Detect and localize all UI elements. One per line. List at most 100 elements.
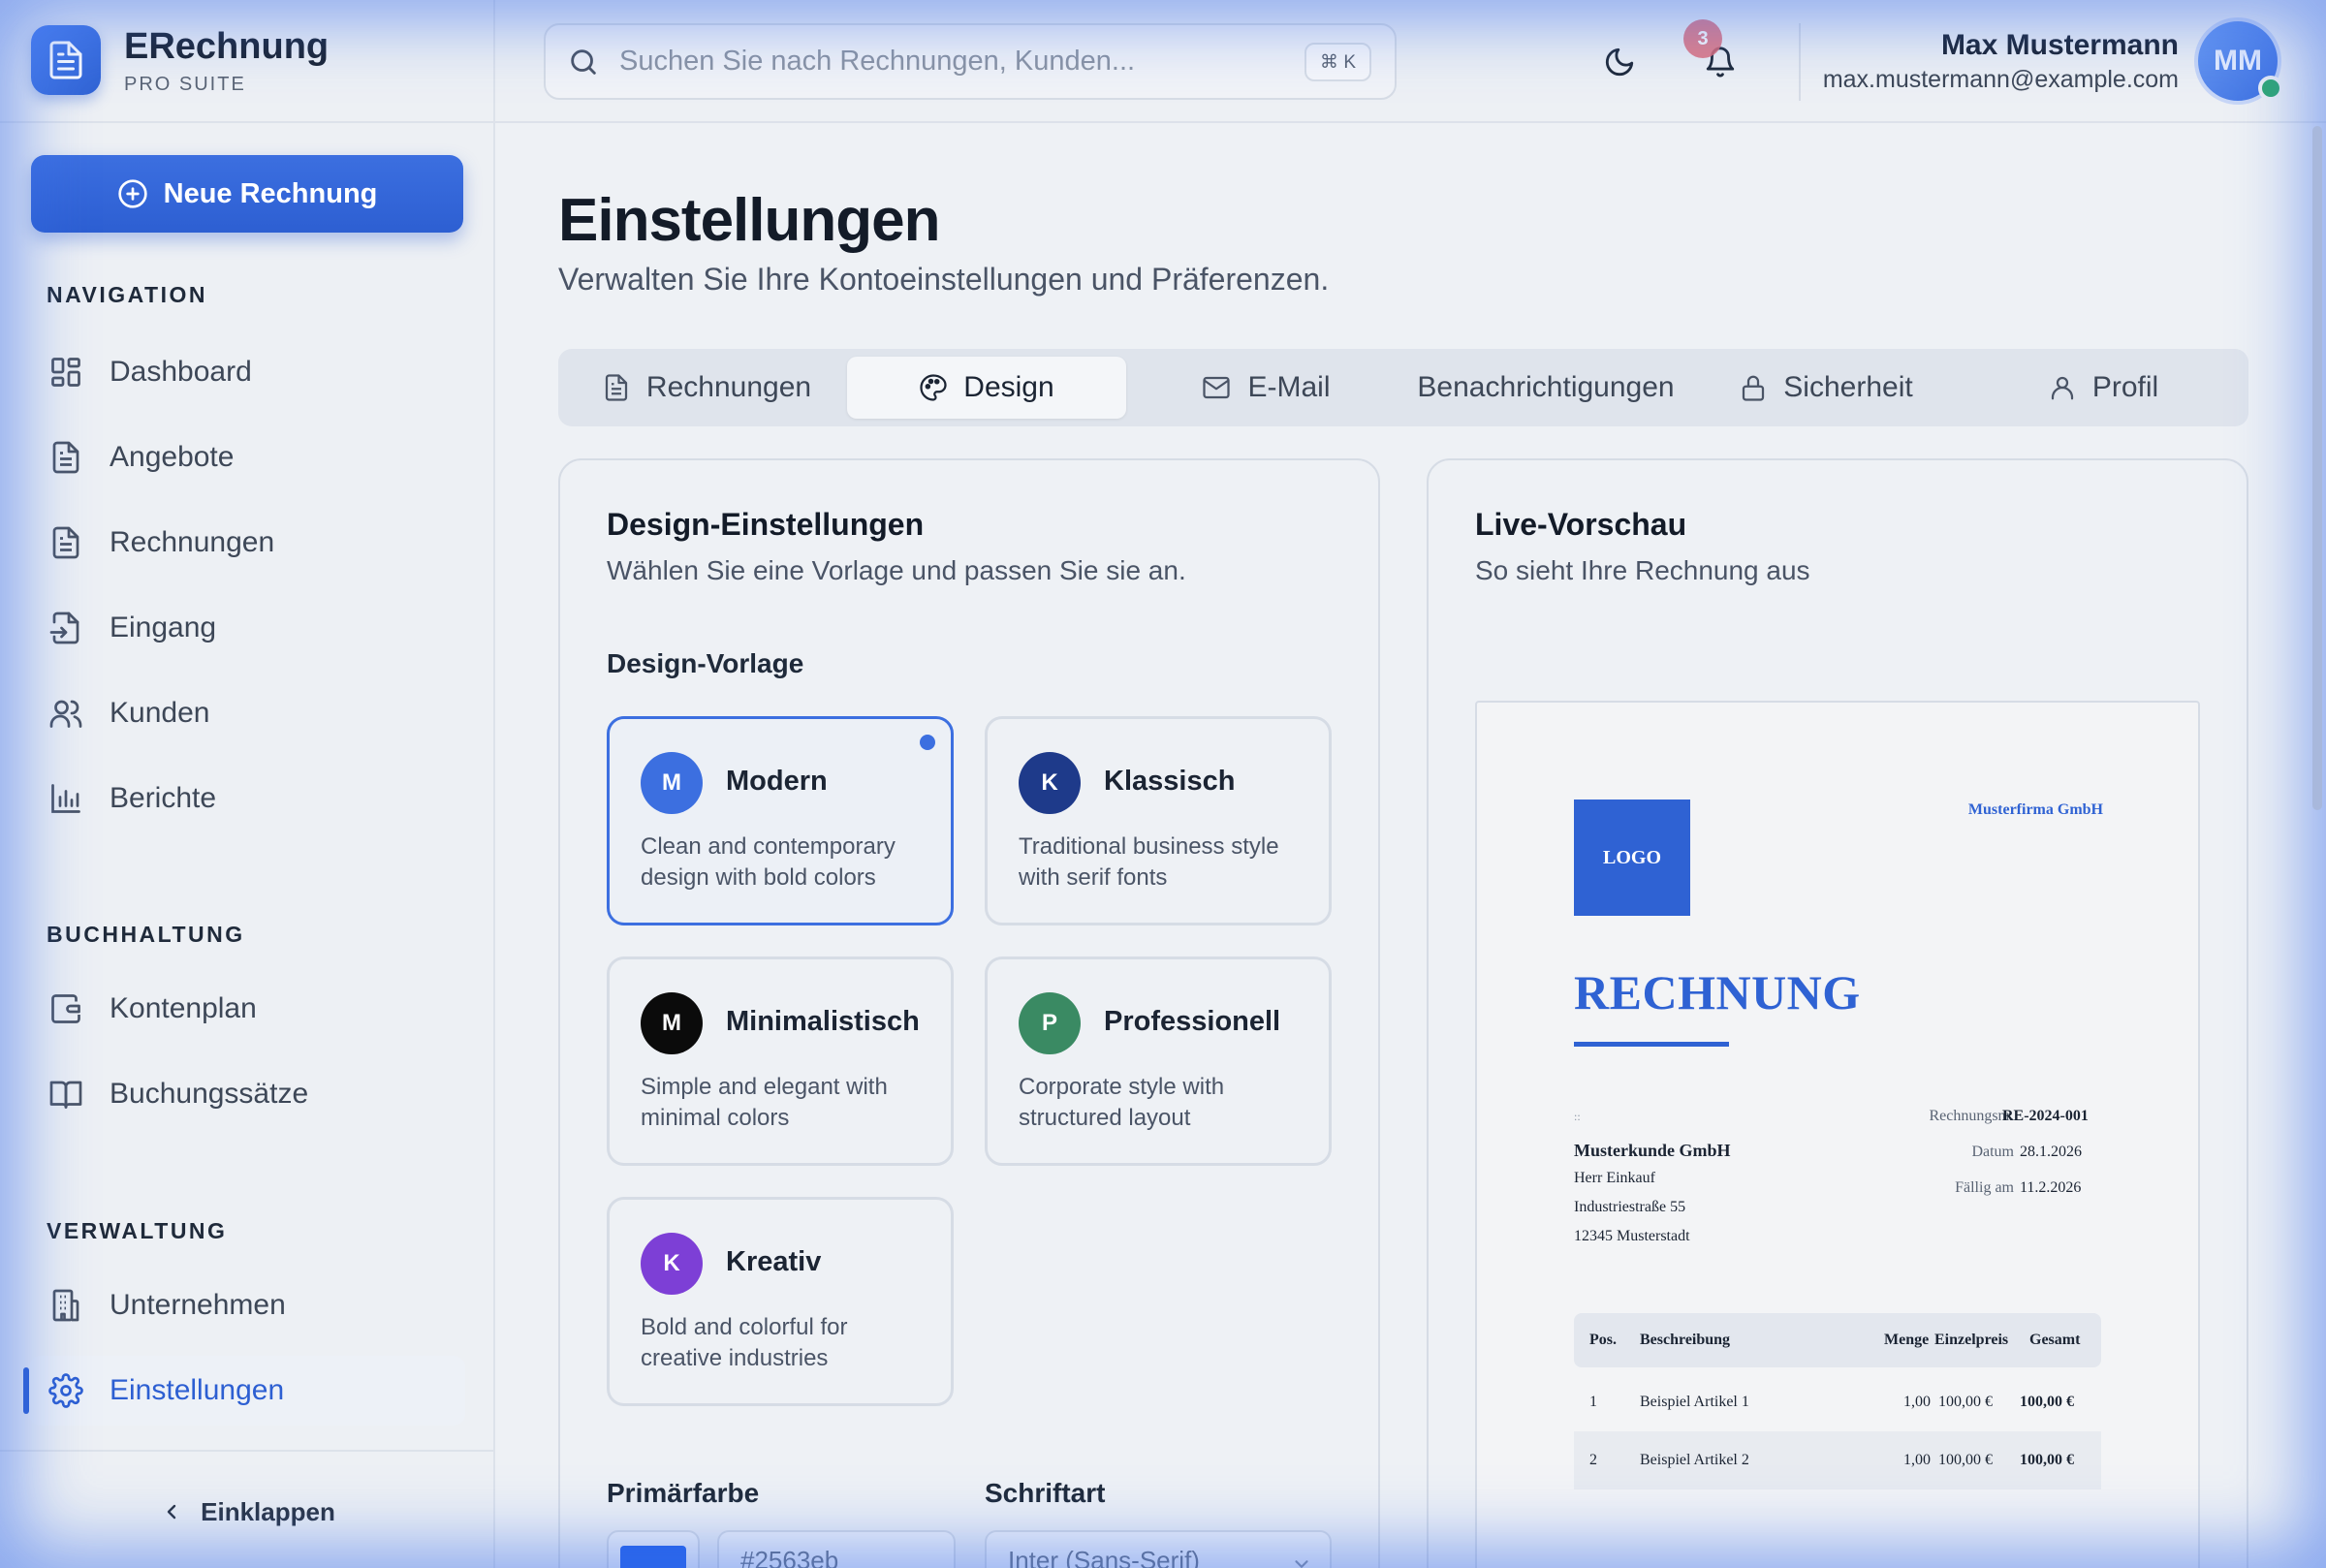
- chevron-left-icon: [167, 1504, 176, 1520]
- sidebar-item-einstellungen[interactable]: Einstellungen: [29, 1356, 465, 1426]
- tab-profil[interactable]: Profil: [1965, 357, 2241, 419]
- template-badge: K: [641, 1233, 703, 1295]
- sidebar-item-label: Angebote: [110, 441, 235, 473]
- nav-section-buchhaltung: BUCHHALTUNG: [47, 922, 245, 947]
- sidebar-item-label: Dashboard: [110, 356, 252, 388]
- table-header-cell: Einzelpreis: [1934, 1332, 2009, 1348]
- users-icon: [47, 694, 85, 733]
- invoice-number-value: RE-2024-001: [2002, 1108, 2089, 1124]
- divider: [0, 121, 495, 123]
- new-invoice-button[interactable]: Neue Rechnung: [31, 155, 463, 233]
- brand[interactable]: ERechnung PRO SUITE: [31, 25, 329, 95]
- tab-sicherheit[interactable]: Sicherheit: [1686, 357, 1965, 419]
- user-email: max.mustermann@example.com: [1822, 66, 2179, 93]
- template-description: Simple and elegant with minimal colors: [641, 1074, 888, 1131]
- sidebar-item-kontenplan[interactable]: Kontenplan: [29, 974, 465, 1044]
- sidebar-item-berichte[interactable]: Berichte: [29, 764, 465, 833]
- page-scrollbar-thumb[interactable]: [2312, 126, 2322, 810]
- divider: [0, 1450, 495, 1452]
- sender-line: ::: [1574, 1110, 1581, 1123]
- selected-indicator: [920, 735, 935, 750]
- live-preview-card: Live-Vorschau So sieht Ihre Rechnung aus…: [1427, 458, 2248, 1568]
- sidebar-item-label: Einstellungen: [110, 1374, 285, 1406]
- notification-badge: 3: [1683, 19, 1722, 58]
- nav-section-navigation: NAVIGATION: [47, 282, 207, 307]
- table-header-cell: Beschreibung: [1640, 1332, 1731, 1348]
- recipient-name: Musterkunde GmbH: [1574, 1141, 1731, 1160]
- sidebar-item-label: Unternehmen: [110, 1289, 286, 1321]
- table-cell: 1,00: [1903, 1394, 1931, 1410]
- table-cell: 1: [1589, 1394, 1597, 1410]
- table-cell: Beispiel Artikel 2: [1640, 1452, 1749, 1468]
- sidebar-item-buchungssaetze[interactable]: Buchungssätze: [29, 1059, 465, 1129]
- template-card-modern[interactable]: M Modern Clean and contemporary design w…: [607, 716, 954, 925]
- design-settings-card: Design-Einstellungen Wählen Sie eine Vor…: [558, 458, 1380, 1568]
- invoice-title: RECHNUNG: [1574, 965, 1861, 1019]
- sidebar-item-rechnungen[interactable]: Rechnungen: [29, 508, 465, 578]
- tab-rechnungen[interactable]: Rechnungen: [566, 357, 847, 419]
- sidebar-item-angebote[interactable]: Angebote: [29, 423, 465, 492]
- sidebar-item-kunden[interactable]: Kunden: [29, 678, 465, 748]
- design-settings-subtitle: Wählen Sie eine Vorlage und passen Sie s…: [607, 555, 1186, 585]
- template-name: Minimalistisch: [726, 1006, 920, 1037]
- table-cell: 100,00 €: [2020, 1394, 2074, 1410]
- book-open-icon: [47, 1075, 85, 1113]
- table-header-cell: Pos.: [1589, 1332, 1617, 1348]
- user-name: Max Mustermann: [1940, 29, 2179, 61]
- file-import-icon: [47, 609, 85, 647]
- template-section-label: Design-Vorlage: [607, 648, 804, 678]
- tab-benachrichtigungen[interactable]: Benachrichtigungen: [1405, 357, 1686, 419]
- search-bar[interactable]: ⌘ K: [544, 23, 1397, 100]
- table-cell: Beispiel Artikel 1: [1640, 1394, 1749, 1410]
- nav-section-verwaltung: VERWALTUNG: [47, 1218, 228, 1243]
- invoice-number-label: Rechnungsnr.: [1929, 1108, 2014, 1124]
- sidebar-item-eingang[interactable]: Eingang: [29, 593, 465, 663]
- chevron-down-icon: [1295, 1560, 1308, 1568]
- page-title: Einstellungen: [558, 187, 940, 254]
- sidebar-item-unternehmen[interactable]: Unternehmen: [29, 1270, 465, 1340]
- template-card-klassisch[interactable]: K Klassisch Traditional business style w…: [985, 716, 1332, 925]
- brand-title: ERechnung: [124, 25, 330, 67]
- primary-color-label: Primärfarbe: [607, 1478, 760, 1508]
- font-select[interactable]: Inter (Sans-Serif): [985, 1530, 1332, 1568]
- keyboard-shortcut-hint: ⌘ K: [1304, 43, 1371, 81]
- recipient-line: Industriestraße 55: [1574, 1199, 1686, 1215]
- tab-design[interactable]: Design: [847, 357, 1126, 419]
- table-cell: 1,00: [1903, 1452, 1931, 1468]
- divider: [1799, 23, 1801, 101]
- color-swatch: [620, 1546, 686, 1568]
- due-date-value: 11.2.2026: [2020, 1179, 2082, 1196]
- tab-label: E-Mail: [1247, 371, 1331, 403]
- search-input[interactable]: [619, 46, 1298, 78]
- bar-chart-icon: [47, 779, 85, 818]
- invoice-table-header: Pos. Beschreibung Menge Einzelpreis Gesa…: [1574, 1313, 2101, 1367]
- plus-circle-icon: [117, 179, 147, 208]
- sidebar-item-dashboard[interactable]: Dashboard: [29, 337, 465, 407]
- invoice-logo-icon: [31, 25, 101, 95]
- tab-email[interactable]: E-Mail: [1126, 357, 1405, 419]
- template-card-kreativ[interactable]: K Kreativ Bold and colorful for creative…: [607, 1197, 954, 1406]
- brand-subtitle: PRO SUITE: [124, 73, 246, 95]
- invoice-title-underline: [1574, 1042, 1729, 1047]
- online-status-dot: [2258, 76, 2283, 101]
- template-description: Corporate style with structured layout: [1019, 1074, 1225, 1131]
- template-card-professionell[interactable]: P Professionell Corporate style with str…: [985, 956, 1332, 1166]
- topbar: ⌘ K 3 Max Mustermann max.mustermann@exam…: [495, 0, 2326, 123]
- template-badge: M: [641, 992, 703, 1054]
- collapse-sidebar-button[interactable]: Einklappen: [0, 1473, 495, 1551]
- template-description: Bold and colorful for creative industrie…: [641, 1314, 848, 1371]
- page-subtitle: Verwalten Sie Ihre Kontoeinstellungen un…: [558, 262, 1330, 297]
- sidebar-item-label: Buchungssätze: [110, 1078, 309, 1110]
- sidebar-item-label: Eingang: [110, 612, 217, 643]
- design-settings-title: Design-Einstellungen: [607, 507, 925, 542]
- template-card-minimalistisch[interactable]: M Minimalistisch Simple and elegant with…: [607, 956, 954, 1166]
- template-description: Clean and contemporary design with bold …: [641, 833, 896, 891]
- font-select-value: Inter (Sans-Serif): [1008, 1546, 1200, 1568]
- primary-color-input[interactable]: #2563eb: [717, 1530, 956, 1568]
- table-cell: 100,00 €: [1938, 1452, 1993, 1468]
- table-row: 2 Beispiel Artikel 2 1,00 100,00 € 100,0…: [1574, 1431, 2101, 1490]
- color-picker[interactable]: [607, 1530, 700, 1568]
- collapse-label: Einklappen: [201, 1496, 335, 1526]
- template-description: Traditional business style with serif fo…: [1019, 833, 1279, 891]
- dark-mode-toggle[interactable]: [1596, 39, 1643, 85]
